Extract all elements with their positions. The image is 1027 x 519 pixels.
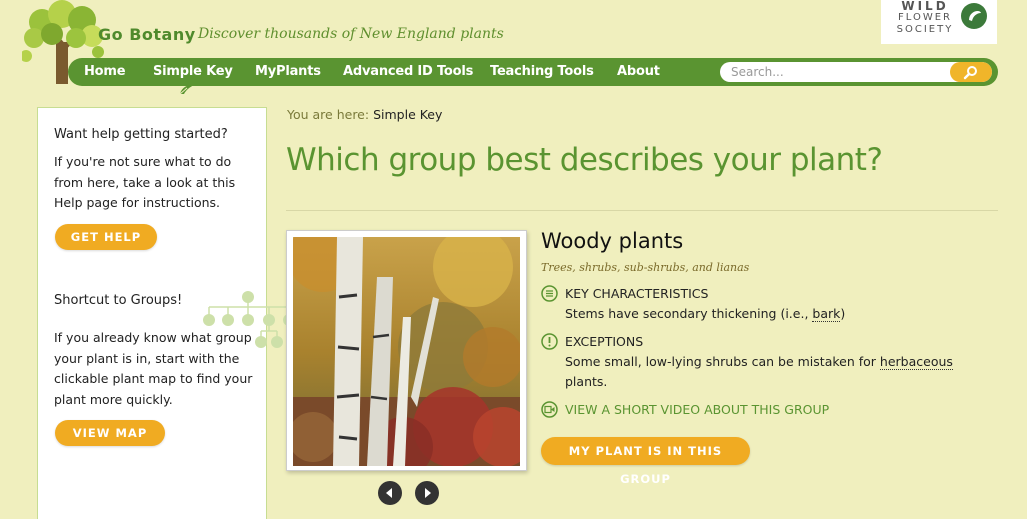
breadcrumb-label: You are here: — [287, 107, 370, 122]
search-button[interactable] — [950, 62, 992, 82]
my-plant-in-group-button[interactable]: MY PLANT IS IN THIS GROUP — [541, 437, 750, 486]
group-name: Woody plants — [541, 229, 684, 253]
nav-myplants[interactable]: MyPlants — [255, 64, 321, 79]
key-text-end: ) — [840, 306, 846, 321]
woody-plants-photo — [293, 237, 520, 466]
tagline: Discover thousands of New England plants — [198, 26, 504, 42]
society-line: WILD — [901, 0, 949, 13]
divider — [286, 210, 998, 211]
society-leaf-icon — [961, 3, 987, 29]
video-icon — [541, 401, 558, 418]
key-text: Stems have secondary thickening (i.e., — [565, 306, 813, 321]
breadcrumb-current: Simple Key — [373, 107, 443, 122]
exceptions-heading: EXCEPTIONS — [565, 334, 644, 349]
groups-text: If you already know what group your plan… — [54, 330, 253, 407]
nav-about[interactable]: About — [617, 64, 660, 79]
wildflower-society-logo[interactable]: WILD FLOWER SOCIETY — [881, 0, 997, 44]
previous-button[interactable] — [378, 481, 402, 505]
exceptions-body: Some small, low-lying shrubs can be mist… — [565, 354, 880, 369]
exclamation-icon — [541, 333, 558, 350]
get-help-button[interactable]: GET HELP — [55, 224, 157, 250]
groups-heading: Shortcut to Groups! — [54, 293, 183, 308]
breadcrumb: You are here: Simple Key — [287, 107, 442, 122]
nav-teaching-tools[interactable]: Teaching Tools — [490, 64, 594, 79]
page-title: Which group best describes your plant? — [286, 142, 883, 178]
list-icon — [541, 285, 558, 302]
glossary-term-bark[interactable]: bark — [812, 306, 841, 322]
key-characteristics-text: Stems have secondary thickening (i.e., b… — [565, 304, 985, 324]
glossary-term-herbaceous[interactable]: herbaceous — [879, 354, 953, 370]
exceptions-text: Some small, low-lying shrubs can be mist… — [565, 352, 985, 392]
exceptions-end: plants. — [565, 374, 608, 389]
video-link[interactable]: VIEW A SHORT VIDEO ABOUT THIS GROUP — [565, 402, 829, 417]
help-heading: Want help getting started? — [54, 127, 228, 142]
next-button[interactable] — [415, 481, 439, 505]
nav-advanced-id-tools[interactable]: Advanced ID Tools — [343, 64, 473, 79]
arrow-left-icon — [386, 488, 392, 498]
brand-name[interactable]: Go Botany — [98, 25, 196, 44]
society-line: SOCIETY — [896, 24, 954, 35]
key-characteristics-heading: KEY CHARACTERISTICS — [565, 286, 709, 301]
nav-home[interactable]: Home — [84, 64, 126, 79]
arrow-right-icon — [425, 488, 431, 498]
help-sidebar: Want help getting started? If you're not… — [37, 107, 295, 519]
search-icon — [963, 66, 977, 80]
society-text: WILD FLOWER SOCIETY — [895, 0, 955, 36]
search-placeholder: Search... — [731, 65, 784, 79]
help-text: If you're not sure what to do from here,… — [54, 154, 236, 210]
society-line: FLOWER — [898, 12, 952, 23]
nav-simple-key[interactable]: Simple Key — [153, 64, 233, 79]
group-subtitle: Trees, shrubs, sub-shrubs, and lianas — [541, 261, 750, 274]
group-photo-frame[interactable] — [286, 230, 527, 471]
view-map-button[interactable]: VIEW MAP — [55, 420, 165, 446]
active-leaf-icon — [179, 84, 194, 95]
